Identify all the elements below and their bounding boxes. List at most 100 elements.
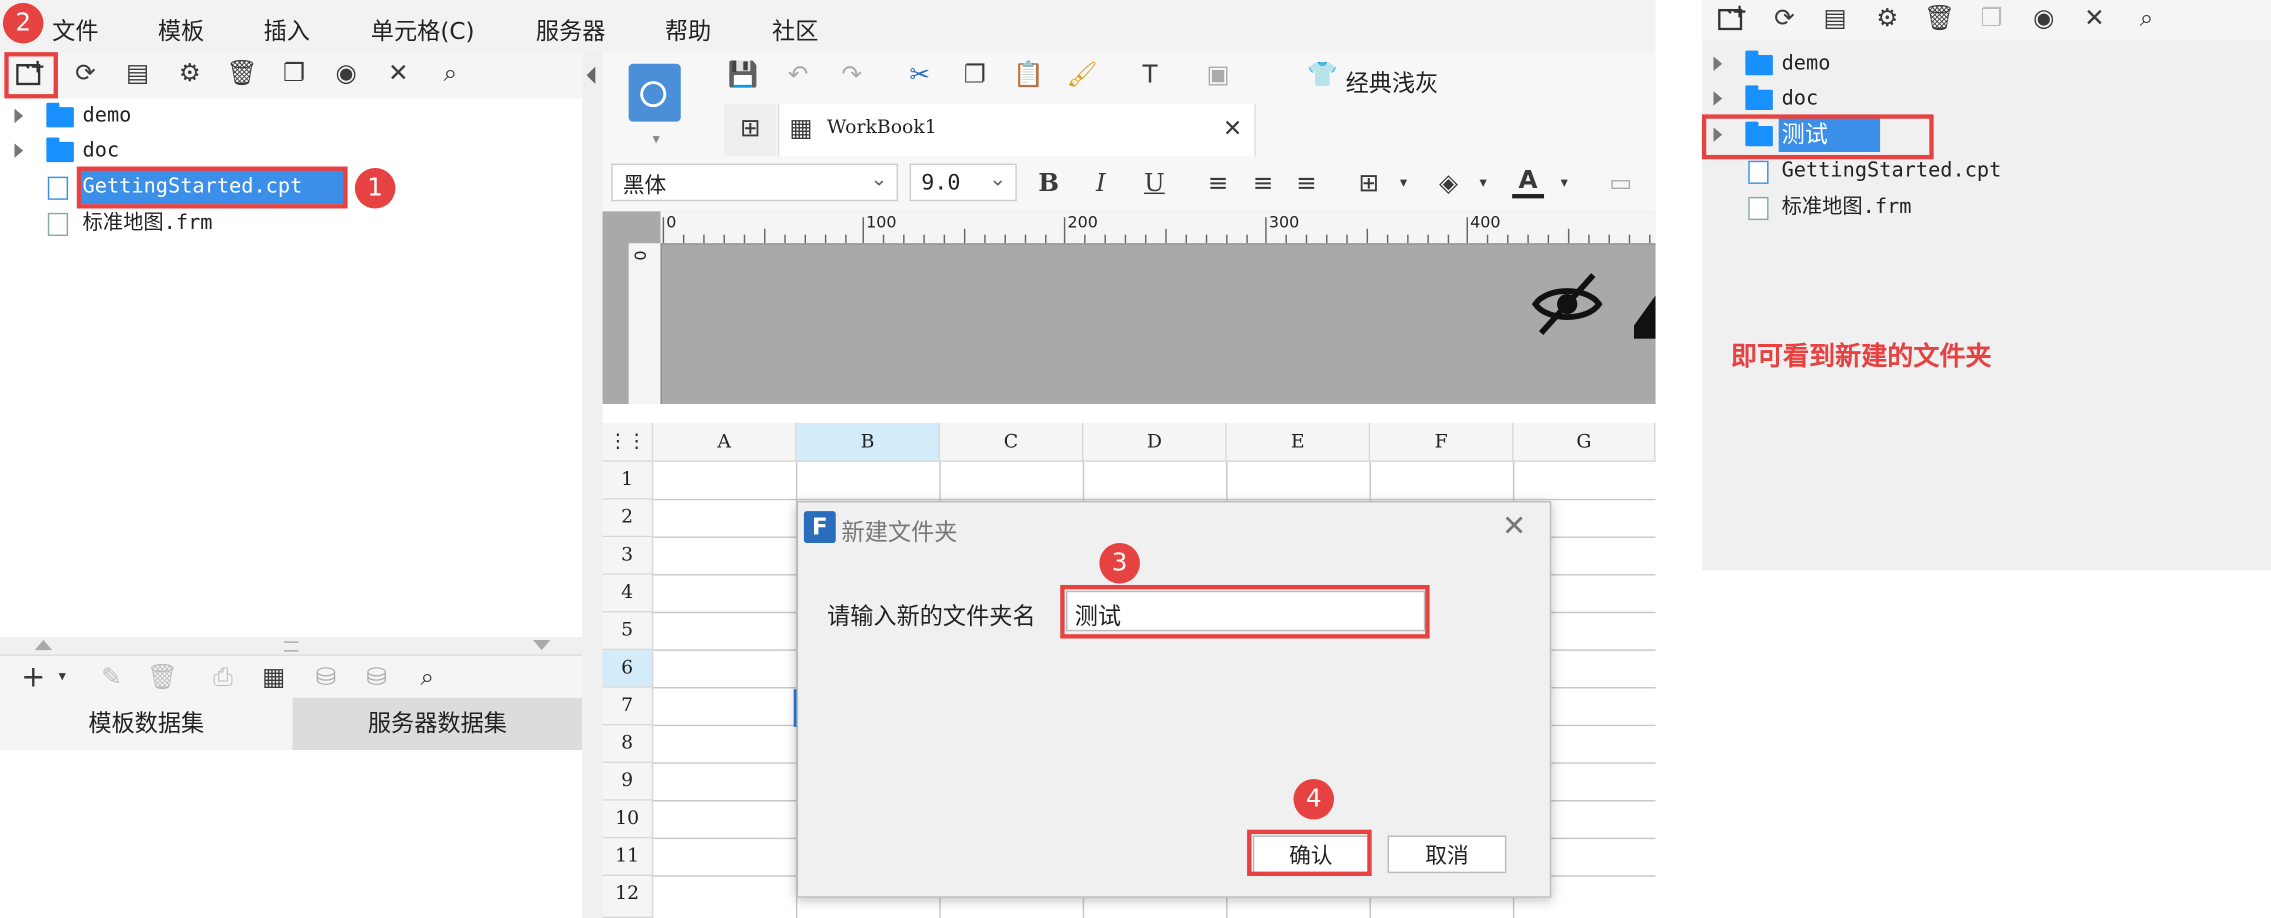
tab-server-dataset[interactable]: 服务器数据集 [292,697,583,751]
tree-item-doc[interactable]: doc [83,133,120,168]
row-header[interactable]: 10 [602,800,654,839]
align-center-icon[interactable]: ≡ [1247,168,1279,200]
collapse-up-icon[interactable] [34,639,53,651]
copy-icon[interactable]: ❐ [1976,3,2008,35]
undo-icon[interactable]: ↶ [782,59,814,91]
dropdown-icon[interactable]: ▾ [46,662,78,694]
cut-icon[interactable]: ✂ [904,59,936,91]
select-all-corner[interactable]: ⋮⋮ [602,422,654,462]
dropdown-icon[interactable]: ▾ [1467,168,1499,200]
column-header[interactable]: C [940,422,1084,462]
expand-arrow-icon[interactable] [1713,91,1723,106]
panel-divider[interactable] [582,52,603,918]
edit-icon[interactable]: ✎ [96,662,128,694]
properties-icon[interactable]: ▤ [1819,3,1851,35]
italic-button[interactable]: I [1085,168,1117,200]
menu-file[interactable]: 文件 [52,12,98,47]
expand-arrow-icon[interactable] [14,143,24,158]
chevron-down-icon[interactable]: ⌄ [989,168,1006,191]
cancel-button[interactable]: 取消 [1387,835,1507,874]
align-right-icon[interactable]: ≡ [1291,168,1323,200]
copy-icon[interactable]: ❐ [278,58,310,90]
paste-icon[interactable]: 📋 [1012,59,1044,91]
search-icon[interactable]: ⌕ [411,662,443,694]
delete-icon[interactable]: 🗑 [226,58,258,90]
settings-icon[interactable]: ⚙ [174,58,206,90]
collapse-icon[interactable]: ✕ [2078,3,2110,35]
tab-template-dataset[interactable]: 模板数据集 [0,697,293,751]
collapse-left-icon[interactable] [586,66,596,84]
delete-icon[interactable]: 🗑 [1924,3,1956,35]
row-header[interactable]: 1 [602,461,654,500]
preview-dropdown-icon[interactable]: ▾ [640,125,672,157]
new-folder-icon[interactable] [1716,3,1748,35]
border-icon[interactable]: ⊞ [1353,168,1385,200]
result-item-doc[interactable]: doc [1782,81,1819,116]
save-icon[interactable]: 💾 [727,59,759,91]
template-preview-icon[interactable] [628,63,681,122]
text-icon[interactable]: T [1134,59,1166,91]
edit-icon[interactable] [1633,295,1656,339]
collapse-icon[interactable]: ✕ [382,58,414,90]
merge-cells-icon[interactable]: ▭ [1605,168,1637,200]
row-header[interactable]: 12 [602,876,654,918]
redo-icon[interactable]: ↷ [836,59,868,91]
font-size-select[interactable]: 9.0 ⌄ [909,163,1017,202]
collapse-down-icon[interactable] [533,639,551,651]
search-icon[interactable]: ⌕ [2131,3,2163,35]
row-header[interactable]: 5 [602,612,654,651]
column-header[interactable]: G [1513,422,1656,462]
result-item-demo[interactable]: demo [1782,46,1831,81]
font-color-icon[interactable]: A [1512,165,1545,199]
row-header[interactable]: 9 [602,763,654,801]
database-remove-icon[interactable]: ⛁ [361,662,393,694]
delete-icon[interactable]: 🗑 [146,662,178,694]
dropdown-icon[interactable]: ▾ [1548,168,1580,200]
search-icon[interactable]: ⌕ [435,58,467,90]
theme-icon[interactable]: 👕 [1306,59,1338,91]
copy-icon[interactable]: ❐ [959,59,991,91]
column-header[interactable]: D [1083,422,1227,462]
column-header[interactable]: A [653,422,797,462]
column-header[interactable]: F [1370,422,1514,462]
close-icon[interactable]: ✕ [1502,508,1526,543]
fill-color-icon[interactable]: ◈ [1432,168,1464,200]
dropdown-icon[interactable]: ▾ [1388,168,1420,200]
format-painter-icon[interactable]: 🖌 [1066,59,1098,91]
locate-icon[interactable]: ◉ [2028,3,2060,35]
image-icon[interactable]: ▣ [1202,59,1234,91]
locate-icon[interactable]: ◉ [330,58,362,90]
dataset-edit-icon[interactable]: ▦ [258,662,290,694]
close-tab-icon[interactable]: ✕ [1217,113,1249,145]
preview-icon[interactable]: ⎙ [207,662,239,694]
column-header[interactable]: E [1226,422,1371,462]
database-icon[interactable]: ⛁ [310,662,342,694]
menu-cell[interactable]: 单元格(C) [371,12,475,47]
chevron-down-icon[interactable]: ⌄ [871,168,888,191]
refresh-icon[interactable]: ⟳ [70,58,102,90]
underline-button[interactable]: U [1138,168,1170,200]
row-header[interactable]: 8 [602,725,654,764]
expand-arrow-icon[interactable] [14,108,24,124]
sheet-list-button[interactable]: ⊞ [724,104,777,157]
menu-template[interactable]: 模板 [158,12,204,47]
tab-workbook1[interactable]: ▦ WorkBook1 ✕ [777,104,1256,157]
row-header-selected[interactable]: 6 [602,650,654,688]
tree-item-map[interactable]: 标准地图.frm [83,206,213,241]
menu-community[interactable]: 社区 [772,12,818,47]
font-family-select[interactable]: 黑体 ⌄ [611,163,899,202]
row-header[interactable]: 2 [602,499,654,538]
properties-icon[interactable]: ▤ [122,58,154,90]
expand-arrow-icon[interactable] [1713,56,1723,71]
row-header[interactable]: 7 [602,687,654,726]
menu-insert[interactable]: 插入 [264,12,310,47]
theme-label[interactable]: 经典浅灰 [1346,64,1439,99]
sheet-list-icon[interactable]: ⊞ [734,113,766,145]
tree-item-demo[interactable]: demo [83,98,132,133]
result-item-map[interactable]: 标准地图.frm [1782,190,1912,225]
menu-server[interactable]: 服务器 [536,12,606,47]
align-left-icon[interactable]: ≡ [1202,168,1234,200]
hide-eye-icon[interactable] [1530,266,1605,341]
settings-icon[interactable]: ⚙ [1871,3,1903,35]
row-header[interactable]: 3 [602,537,654,575]
